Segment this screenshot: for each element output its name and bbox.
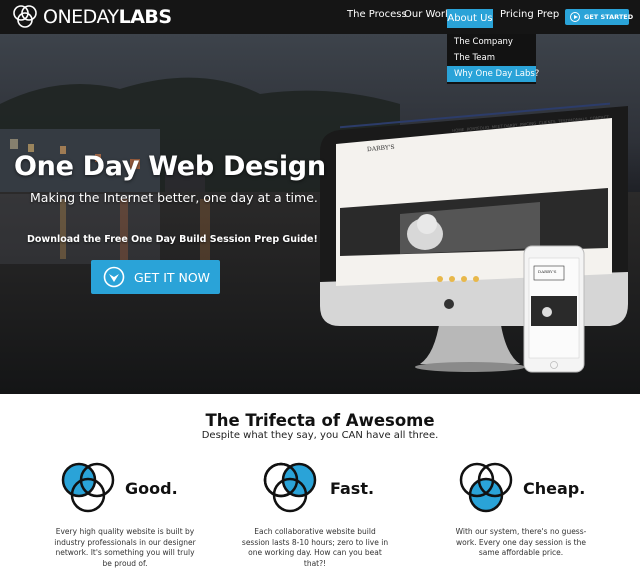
logo[interactable]: ONEDAYLABS [12,5,172,29]
nav-item-pricing[interactable]: Pricing [500,9,534,20]
hero-subtitle: Making the Internet better, one day at a… [30,190,318,205]
get-it-now-label: GET IT NOW [134,269,211,285]
logo-text-part1: ONEDAY [43,6,119,28]
nav-item-the-process[interactable]: The Process [347,9,407,20]
feature-fast-label: Fast. [330,479,375,498]
prep-guide-text: Download the Free One Day Build Session … [27,234,318,245]
logo-text-part2: LABS [118,6,172,28]
trifecta-title: The Trifecta of Awesome [205,411,435,430]
venn-cheap-icon [459,462,513,513]
nav-item-about-us[interactable]: About Us [447,9,493,28]
venn-logo-icon [13,5,37,28]
dropdown-item-the-team[interactable]: The Team [447,50,536,66]
venn-fast-icon [263,462,317,513]
play-circle-icon [570,12,580,22]
device-mockups [320,102,628,373]
get-started-label: GET STARTED [584,13,634,21]
feature-cheap-desc: With our system, there's no guess-work. … [455,527,587,557]
mockup-nav-item: HOME [452,126,465,133]
dropdown-item-why-one-day-labs[interactable]: Why One Day Labs? [447,66,539,82]
dropdown-item-the-company[interactable]: The Company [447,34,536,50]
mockup-phone-brand: DARBY'S [538,269,557,274]
nav-item-our-work[interactable]: Our Work [404,9,451,20]
venn-good-icon [61,462,115,513]
download-circle-icon [103,266,125,288]
feature-cheap-label: Cheap. [523,479,586,498]
top-nav: ONEDAYLABS The Process Our Work About Us… [0,0,640,34]
get-it-now-button[interactable]: GET IT NOW [91,260,220,294]
feature-fast-desc: Each collaborative website build session… [241,527,389,568]
trifecta-subtitle: Despite what they say, you CAN have all … [201,430,439,441]
hero-section: DARBY'S HOME PORTFOLIO MEET DARBY PRICIN… [0,34,640,394]
nav-item-prep[interactable]: Prep [537,9,559,20]
hero-title: One Day Web Design [14,151,326,182]
feature-good-desc: Every high quality website is built by i… [54,527,196,568]
get-started-button[interactable]: GET STARTED [565,9,633,25]
about-us-dropdown: The Company The Team Why One Day Labs? [447,34,539,84]
feature-good-label: Good. [125,479,178,498]
